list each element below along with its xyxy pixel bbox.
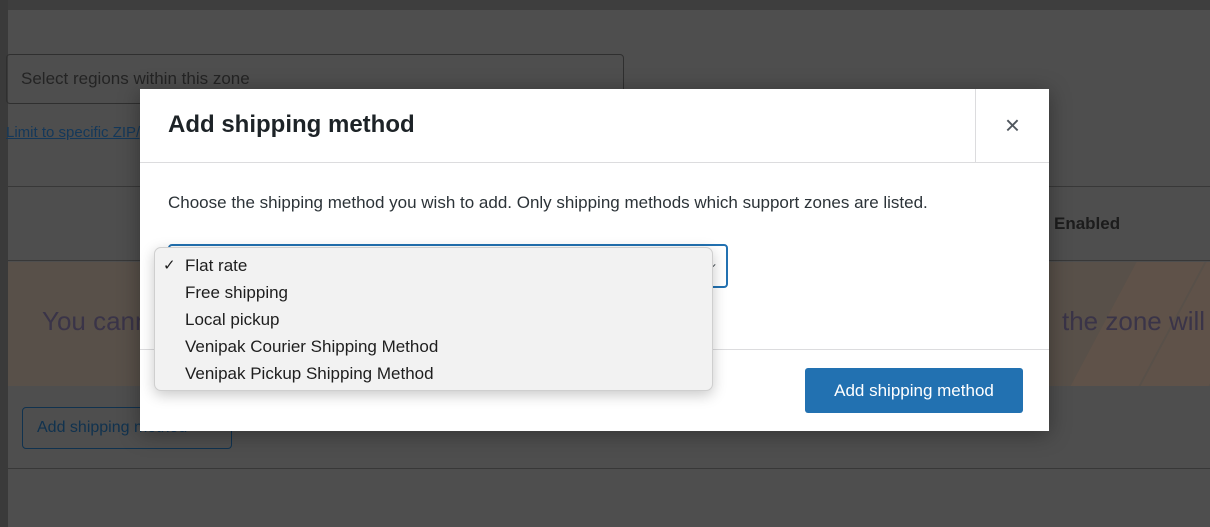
option-label: Venipak Courier Shipping Method [185,337,439,356]
option-free-shipping[interactable]: Free shipping [155,279,712,306]
modal-title: Add shipping method [168,111,415,138]
shipping-method-options: ✓ Flat rate Free shipping Local pickup V… [154,247,713,391]
close-icon[interactable]: × [975,89,1049,162]
check-icon: ✓ [163,257,176,274]
option-label: Venipak Pickup Shipping Method [185,364,434,383]
option-local-pickup[interactable]: Local pickup [155,306,712,333]
modal-description: Choose the shipping method you wish to a… [168,193,928,212]
notice-text-continued: the zone will s [1062,306,1210,336]
add-shipping-method-submit-button[interactable]: Add shipping method [805,368,1023,413]
option-flat-rate[interactable]: ✓ Flat rate [155,252,712,279]
option-venipak-courier[interactable]: Venipak Courier Shipping Method [155,333,712,360]
page-top-strip [0,0,1210,10]
option-venipak-pickup[interactable]: Venipak Pickup Shipping Method [155,360,712,387]
option-label: Flat rate [185,256,248,275]
table-bottom-divider [8,468,1210,469]
option-label: Free shipping [185,283,289,302]
modal-header: Add shipping method × [140,89,1049,163]
option-label: Local pickup [185,310,280,329]
enabled-column-header: Enabled [1054,214,1121,233]
